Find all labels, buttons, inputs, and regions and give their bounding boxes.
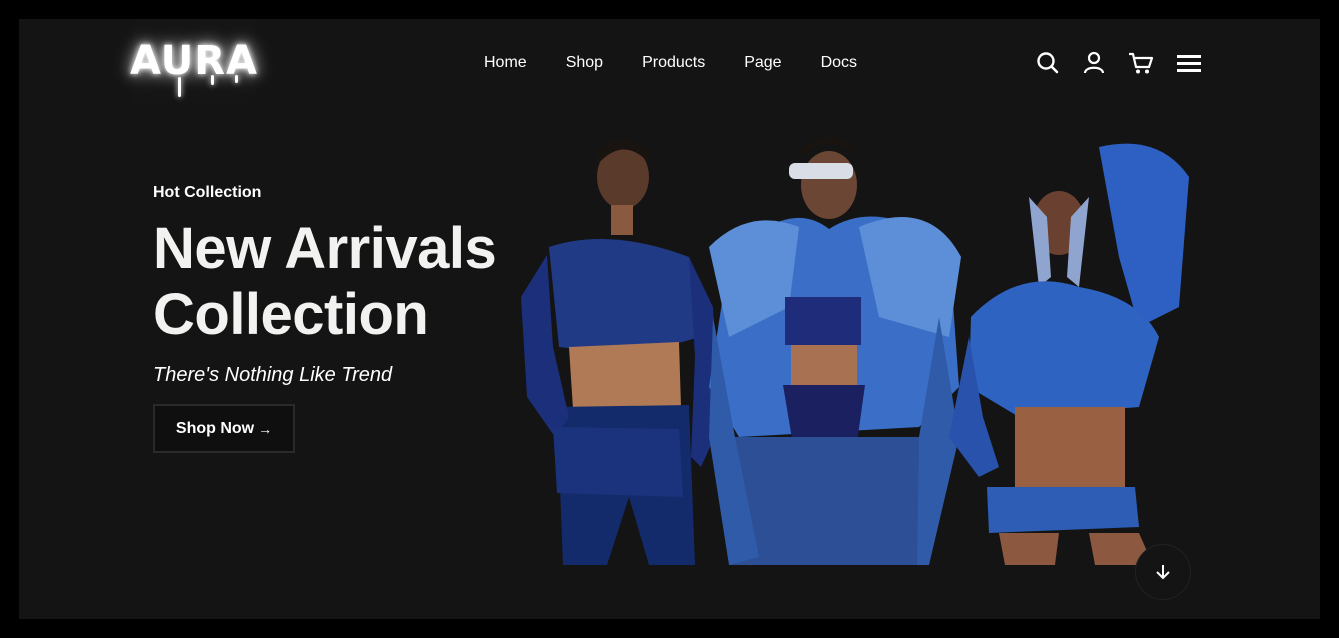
arrow-right-icon: →	[258, 420, 273, 437]
search-icon[interactable]	[1035, 50, 1061, 80]
logo-drip	[235, 75, 238, 83]
shop-now-button[interactable]: Shop Now →	[153, 404, 295, 453]
shop-now-label: Shop Now	[175, 419, 255, 437]
nav-item-page[interactable]: Page	[744, 54, 781, 72]
scroll-down-button[interactable]	[1135, 544, 1191, 600]
model-left	[521, 139, 719, 565]
logo-drip	[211, 75, 214, 85]
brand-logo[interactable]: AURA	[130, 19, 258, 103]
arrow-down-icon	[1156, 565, 1170, 580]
model-center	[709, 137, 961, 565]
nav-item-home[interactable]: Home	[484, 54, 527, 72]
hero-text: Hot Collection New Arrivals Collection T…	[153, 184, 533, 387]
nav-item-docs[interactable]: Docs	[821, 54, 857, 72]
page-frame: AURA Home Shop Products Page Docs Hot Co…	[19, 19, 1320, 619]
nav-item-shop[interactable]: Shop	[566, 54, 603, 72]
hero-headline-line2: Collection	[153, 282, 429, 347]
cart-icon[interactable]	[1127, 50, 1155, 80]
hero-models-image	[521, 137, 1189, 565]
logo-drip	[178, 77, 181, 97]
nav-item-products[interactable]: Products	[642, 54, 705, 72]
menu-icon[interactable]	[1175, 50, 1203, 80]
model-right	[949, 143, 1189, 565]
hero-headline: New Arrivals Collection	[153, 216, 533, 348]
hero-tagline: There's Nothing Like Trend	[153, 364, 393, 386]
hero-headline-line1: New Arrivals	[153, 216, 497, 281]
header-actions	[1035, 50, 1223, 80]
hero-eyebrow: Hot Collection	[153, 184, 262, 201]
user-icon[interactable]	[1081, 50, 1107, 80]
logo-text: AURA	[130, 38, 258, 84]
main-nav: Home Shop Products Page Docs	[484, 54, 896, 72]
